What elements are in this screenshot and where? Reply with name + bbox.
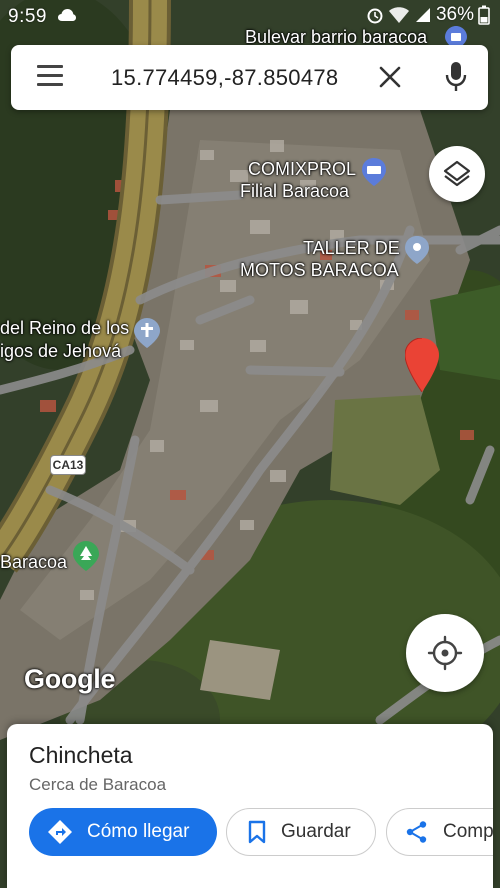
directions-icon: [48, 820, 72, 844]
search-bar[interactable]: 15.774459,-87.850478: [11, 45, 488, 110]
battery-icon: [478, 5, 490, 25]
save-button[interactable]: Guardar: [226, 808, 376, 856]
search-query[interactable]: 15.774459,-87.850478: [111, 65, 338, 91]
battery-percent: 36%: [435, 4, 474, 25]
map-label-reino[interactable]: del Reino de los: [0, 317, 129, 339]
map-label-reino-sub: igos de Jehová: [0, 341, 122, 361]
share-label: Compartir: [443, 821, 493, 842]
share-icon: [406, 821, 427, 843]
directions-label: Cómo llegar: [87, 821, 190, 842]
place-sheet[interactable]: Chincheta Cerca de Baracoa Cómo llegar G…: [7, 724, 493, 888]
close-icon[interactable]: [377, 64, 403, 90]
save-label: Guardar: [281, 821, 351, 842]
share-button[interactable]: Compartir: [386, 808, 493, 856]
place-subtitle: Cerca de Baracoa: [29, 775, 167, 794]
dropped-pin-icon[interactable]: [405, 338, 439, 392]
google-logo: Google: [24, 664, 116, 694]
menu-icon[interactable]: [37, 65, 63, 89]
church-pin-icon[interactable]: [134, 318, 160, 348]
map-label-comixprol-sub: Filial Baracoa: [240, 181, 350, 201]
locate-icon: [427, 635, 463, 671]
directions-button[interactable]: Cómo llegar: [29, 808, 217, 856]
cloud-icon: [58, 9, 76, 21]
alarm-icon: [367, 8, 383, 24]
road-shield-ca13: CA13: [50, 455, 86, 475]
bookmark-icon: [248, 820, 266, 844]
signal-icon: [415, 8, 430, 22]
map-label-baracoa[interactable]: Baracoa: [0, 551, 67, 573]
atm-pin-icon[interactable]: [362, 158, 386, 186]
map-label-taller-sub: MOTOS BARACOA: [240, 260, 399, 280]
map-label-comixprol[interactable]: COMIXPROL: [248, 158, 356, 180]
wifi-icon: [388, 7, 409, 23]
status-bar: 9:59 36%: [0, 0, 500, 34]
layers-button[interactable]: [429, 146, 485, 202]
park-pin-icon[interactable]: [73, 541, 99, 571]
my-location-button[interactable]: [406, 614, 484, 692]
service-pin-icon[interactable]: [405, 236, 429, 264]
place-title: Chincheta: [29, 742, 133, 768]
map-label-taller[interactable]: TALLER DE: [303, 237, 400, 259]
mic-icon[interactable]: [444, 61, 468, 93]
status-time: 9:59: [8, 6, 47, 27]
layers-icon: [443, 160, 471, 187]
